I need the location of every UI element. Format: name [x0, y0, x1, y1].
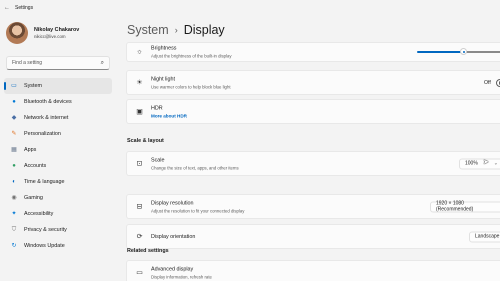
hdr-link[interactable]: More about HDR [151, 113, 187, 118]
main-content: System › Display ☼ Brightness Adjust the… [121, 16, 500, 281]
back-arrow-icon[interactable]: ← [0, 5, 14, 11]
brush-icon: ✎ [11, 131, 17, 137]
network-icon: ◆ [11, 115, 17, 121]
sidebar-item-label: Gaming [24, 195, 43, 201]
slider-track [463, 51, 500, 53]
user-profile[interactable]: Nikolay Chakarov nikicc@live.com [6, 22, 79, 44]
window-title: Settings [15, 5, 34, 11]
sidebar-item-label: Apps [24, 147, 37, 153]
sidebar-item-label: Accounts [24, 163, 47, 169]
hdr-title: HDR [151, 105, 163, 111]
display-resolution-card[interactable]: ⊟ Display resolution Adjust the resoluti… [126, 194, 500, 219]
sidebar-item-system[interactable]: ▭ System [4, 78, 112, 94]
sidebar-item-accounts[interactable]: ● Accounts [4, 158, 112, 174]
orientation-title: Display orientation [151, 233, 196, 240]
related-settings-heading: Related settings [127, 248, 169, 254]
slider-thumb[interactable] [460, 48, 467, 55]
sidebar-item-label: Personalization [24, 131, 61, 137]
sidebar-item-personalization[interactable]: ✎ Personalization [4, 126, 112, 142]
profile-text: Nikolay Chakarov nikicc@live.com [34, 27, 79, 39]
sidebar-item-bluetooth[interactable]: ● Bluetooth & devices [4, 94, 112, 110]
slider-fill [417, 51, 463, 53]
advanced-display-title: Advanced display [151, 266, 194, 272]
brightness-subtitle: Adjust the brightness of the built-in di… [151, 53, 232, 59]
orientation-dropdown[interactable]: Landscape [469, 231, 500, 242]
title-bar: ← Settings [0, 0, 500, 16]
night-light-subtitle: Use warmer colors to help block blue lig… [151, 84, 231, 89]
night-light-toggle[interactable] [495, 78, 500, 87]
sidebar-item-accessibility[interactable]: ✦ Accessibility [4, 206, 112, 222]
sidebar-item-label: Bluetooth & devices [24, 99, 72, 105]
shield-icon: ⛉ [11, 227, 17, 233]
scale-card[interactable]: ⊡ Scale Change the size of text, apps, a… [126, 151, 500, 176]
sidebar-item-label: Windows Update [24, 243, 65, 249]
bluetooth-icon: ● [12, 99, 16, 105]
accessibility-icon: ✦ [11, 211, 17, 217]
hdr-icon: ▣ [136, 108, 143, 116]
resolution-dropdown[interactable]: 1920 × 1080 (Recommended) [430, 200, 500, 213]
brightness-title: Brightness [151, 45, 177, 52]
breadcrumb-parent[interactable]: System [127, 23, 169, 37]
chevron-down-icon: ⌄ [493, 160, 498, 167]
sidebar-item-label: Time & language [24, 179, 65, 185]
night-light-card[interactable]: ☀ Night light Use warmer colors to help … [126, 70, 500, 95]
monitor-icon: ▭ [11, 83, 17, 89]
search-placeholder: Find a setting [12, 60, 43, 66]
sidebar-item-apps[interactable]: ▦ Apps [4, 142, 112, 158]
scale-dropdown[interactable]: 100% ⌄ [459, 158, 500, 169]
scale-layout-heading: Scale & layout [127, 138, 164, 144]
scale-subtitle: Change the size of text, apps, and other… [151, 165, 239, 170]
advanced-display-icon: ▭ [136, 269, 143, 277]
resolution-value: 1920 × 1080 (Recommended) [436, 200, 474, 213]
mouse-cursor-icon: ➤ [483, 159, 489, 166]
scale-title: Scale [151, 157, 165, 163]
toggle-state-label: Off [484, 79, 491, 86]
resolution-icon: ⊟ [136, 203, 143, 211]
scale-icon: ⊡ [136, 160, 143, 168]
search-icon: ⌕ [100, 59, 104, 66]
sidebar: Nikolay Chakarov nikicc@live.com Find a … [0, 16, 116, 281]
brightness-slider[interactable] [417, 48, 500, 55]
profile-name: Nikolay Chakarov [34, 27, 80, 33]
gamepad-icon: ◉ [11, 195, 17, 201]
brightness-card: ☼ Brightness Adjust the brightness of th… [126, 42, 500, 62]
sidebar-item-time-language[interactable]: ◐ Time & language [4, 174, 112, 190]
sidebar-item-label: System [24, 83, 42, 89]
sidebar-nav: ▭ System ● Bluetooth & devices ◆ Network… [4, 78, 112, 254]
hdr-card[interactable]: ▣ HDR More about HDR [126, 99, 500, 124]
apps-icon: ▦ [11, 147, 17, 153]
update-icon: ↻ [11, 243, 17, 249]
sidebar-item-label: Network & internet [24, 115, 69, 121]
sidebar-item-network[interactable]: ◆ Network & internet [4, 110, 112, 126]
resolution-subtitle: Adjust the resolution to fit your connec… [151, 208, 245, 213]
avatar [6, 22, 28, 44]
person-icon: ● [12, 163, 16, 169]
orientation-icon: ⟳ [136, 233, 143, 241]
advanced-display-card[interactable]: ▭ Advanced display Display information, … [126, 260, 500, 281]
resolution-title: Display resolution [151, 200, 194, 206]
orientation-value: Landscape [475, 233, 500, 240]
globe-clock-icon: ◐ [12, 179, 16, 185]
sun-icon: ☼ [136, 48, 143, 56]
profile-email: nikicc@live.com [34, 34, 66, 39]
night-light-title: Night light [151, 76, 175, 82]
night-light-toggle-group: Off [484, 78, 500, 87]
search-input[interactable]: Find a setting ⌕ [6, 56, 110, 70]
sidebar-item-gaming[interactable]: ◉ Gaming [4, 190, 112, 206]
page-title: Display [183, 23, 225, 37]
advanced-display-subtitle: Display information, refresh rate [151, 274, 212, 279]
breadcrumb-separator: › [174, 25, 178, 35]
scale-value: 100% [465, 160, 478, 167]
sidebar-item-label: Accessibility [24, 211, 54, 217]
sidebar-item-label: Privacy & security [24, 227, 67, 233]
sidebar-item-windows-update[interactable]: ↻ Windows Update [4, 238, 112, 254]
breadcrumb: System › Display [127, 23, 225, 37]
sidebar-item-privacy-security[interactable]: ⛉ Privacy & security [4, 222, 112, 238]
night-light-icon: ☀ [136, 79, 143, 87]
display-orientation-card[interactable]: ⟳ Display orientation Landscape [126, 224, 500, 249]
